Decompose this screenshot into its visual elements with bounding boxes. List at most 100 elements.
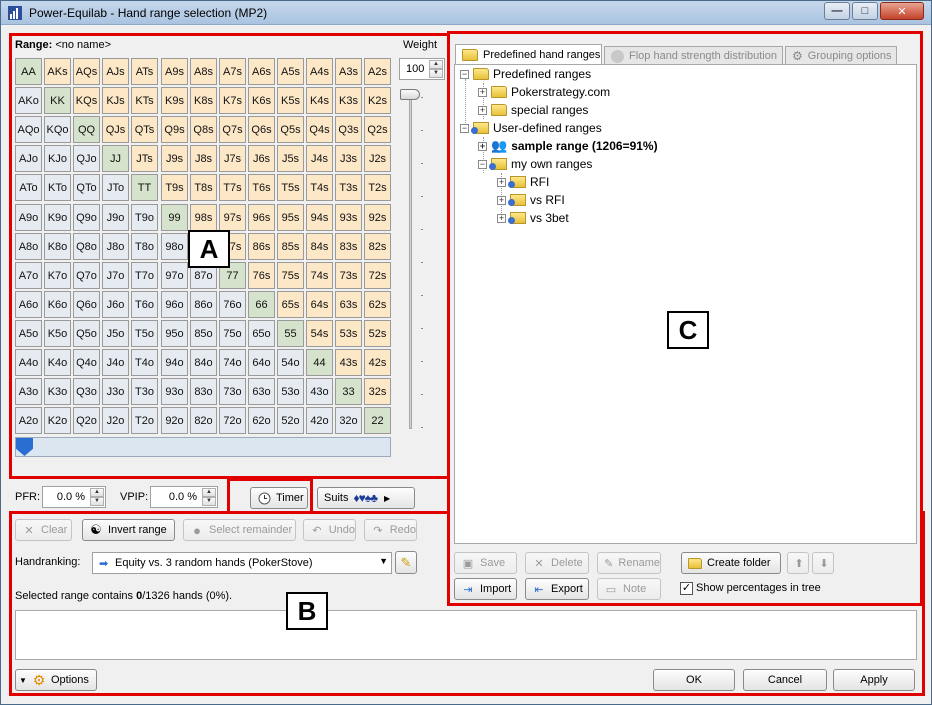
tree-item-my-own-ranges[interactable]: − my own ranges	[478, 155, 592, 173]
close-button[interactable]: ✕	[880, 2, 924, 20]
hand-cell[interactable]: 97s	[219, 204, 246, 231]
hand-cell[interactable]: A8s	[190, 58, 217, 85]
hand-cell[interactable]: Q8o	[73, 233, 100, 260]
hand-cell[interactable]: K5s	[277, 87, 304, 114]
tree-item-sample-range[interactable]: + 👥 sample range (1206=91%)	[478, 137, 658, 155]
hand-cell[interactable]: A2o	[15, 407, 42, 434]
hand-cell[interactable]: J7o	[102, 262, 129, 289]
hand-cell[interactable]: AJs	[102, 58, 129, 85]
hand-cell[interactable]: Q5o	[73, 320, 100, 347]
hand-cell[interactable]: 75s	[277, 262, 304, 289]
hand-cell[interactable]: K7s	[219, 87, 246, 114]
hand-cell[interactable]: T7o	[131, 262, 158, 289]
pfr-down-icon[interactable]: ▼	[90, 497, 104, 506]
hand-cell[interactable]: Q5s	[277, 116, 304, 143]
hand-cell[interactable]: Q8s	[190, 116, 217, 143]
hand-cell[interactable]: 85o	[190, 320, 217, 347]
hand-cell[interactable]: 65s	[277, 291, 304, 318]
hand-cell[interactable]: 65o	[248, 320, 275, 347]
hand-cell[interactable]: 52o	[277, 407, 304, 434]
hand-cell[interactable]: JJ	[102, 145, 129, 172]
hand-cell[interactable]: 63o	[248, 378, 275, 405]
hand-cell[interactable]: J2s	[364, 145, 391, 172]
hand-cell[interactable]: T9s	[161, 174, 188, 201]
hand-cell[interactable]: 72o	[219, 407, 246, 434]
hand-cell[interactable]: 95s	[277, 204, 304, 231]
hand-cell[interactable]: AKo	[15, 87, 42, 114]
hand-cell[interactable]: A6o	[15, 291, 42, 318]
hand-cell[interactable]: A8o	[15, 233, 42, 260]
hand-cell[interactable]: T5s	[277, 174, 304, 201]
hand-cell[interactable]: 92s	[364, 204, 391, 231]
hand-cell[interactable]: K7o	[44, 262, 71, 289]
hand-cell[interactable]: Q2o	[73, 407, 100, 434]
hand-cell[interactable]: K6o	[44, 291, 71, 318]
hand-cell[interactable]: 84o	[190, 349, 217, 376]
hand-cell[interactable]: Q2s	[364, 116, 391, 143]
weight-down-icon[interactable]: ▼	[429, 69, 443, 78]
hand-cell[interactable]: T9o	[131, 204, 158, 231]
hand-cell[interactable]: AJo	[15, 145, 42, 172]
hand-cell[interactable]: J6o	[102, 291, 129, 318]
hand-cell[interactable]: T5o	[131, 320, 158, 347]
hand-cell[interactable]: QJo	[73, 145, 100, 172]
range-text-area[interactable]	[15, 610, 917, 660]
export-button[interactable]: ⇤ Export	[525, 578, 589, 600]
hand-cell[interactable]: 95o	[161, 320, 188, 347]
hand-cell[interactable]: T7s	[219, 174, 246, 201]
apply-button[interactable]: Apply	[833, 669, 915, 691]
hand-cell[interactable]: 43o	[306, 378, 333, 405]
hand-cell[interactable]: T6s	[248, 174, 275, 201]
hand-cell[interactable]: 32o	[335, 407, 362, 434]
hand-cell[interactable]: A5o	[15, 320, 42, 347]
hand-cell[interactable]: 86s	[248, 233, 275, 260]
hand-cell[interactable]: 54o	[277, 349, 304, 376]
hand-cell[interactable]: Q7o	[73, 262, 100, 289]
hand-cell[interactable]: T3o	[131, 378, 158, 405]
hand-cell[interactable]: A4s	[306, 58, 333, 85]
minimize-button[interactable]: —	[824, 2, 850, 20]
redo-button[interactable]: ↷ Redo	[364, 519, 417, 541]
hand-cell[interactable]: 99	[161, 204, 188, 231]
import-button[interactable]: ⇥ Import	[454, 578, 517, 600]
hand-cell[interactable]: 64s	[306, 291, 333, 318]
hand-cell[interactable]: 43s	[335, 349, 362, 376]
tab-predefined-hand-ranges[interactable]: Predefined hand ranges	[455, 44, 602, 65]
hand-cell[interactable]: 62o	[248, 407, 275, 434]
maximize-button[interactable]: □	[852, 2, 878, 20]
hand-cell[interactable]: 66	[248, 291, 275, 318]
hand-cell[interactable]: A9o	[15, 204, 42, 231]
hand-cell[interactable]: J5s	[277, 145, 304, 172]
undo-button[interactable]: ↶ Undo	[303, 519, 356, 541]
hand-cell[interactable]: T3s	[335, 174, 362, 201]
edit-handranking-button[interactable]: ✎	[395, 551, 417, 574]
hand-cell[interactable]: 74o	[219, 349, 246, 376]
hand-cell[interactable]: 72s	[364, 262, 391, 289]
hand-cell[interactable]: 82o	[190, 407, 217, 434]
hand-cell[interactable]: K4o	[44, 349, 71, 376]
vpip-up-icon[interactable]: ▲	[202, 488, 216, 497]
hand-cell[interactable]: A4o	[15, 349, 42, 376]
hand-cell[interactable]: Q9s	[161, 116, 188, 143]
tree-item-rfi[interactable]: + RFI	[497, 173, 549, 191]
show-percentages-checkbox[interactable]: ✓	[680, 582, 693, 595]
hand-cell[interactable]: J8o	[102, 233, 129, 260]
hand-cell[interactable]: ATo	[15, 174, 42, 201]
expand-icon[interactable]: +	[497, 195, 506, 205]
hand-cell[interactable]: A9s	[161, 58, 188, 85]
collapse-icon[interactable]: −	[478, 159, 487, 169]
hand-cell[interactable]: 83o	[190, 378, 217, 405]
hand-cell[interactable]: J9s	[161, 145, 188, 172]
hand-cell[interactable]: J6s	[248, 145, 275, 172]
hand-cell[interactable]: 75o	[219, 320, 246, 347]
tree-item-user-defined[interactable]: − User-defined ranges	[460, 119, 602, 137]
hand-cell[interactable]: QQ	[73, 116, 100, 143]
hand-cell[interactable]: AQo	[15, 116, 42, 143]
timer-button[interactable]: Timer	[250, 487, 308, 509]
weight-spinbox[interactable]: 100 ▲ ▼	[399, 58, 445, 80]
hand-cell[interactable]: J2o	[102, 407, 129, 434]
hand-cell[interactable]: T6o	[131, 291, 158, 318]
hand-cell[interactable]: J7s	[219, 145, 246, 172]
hand-cell[interactable]: 83s	[335, 233, 362, 260]
clear-button[interactable]: ✕ Clear	[15, 519, 72, 541]
